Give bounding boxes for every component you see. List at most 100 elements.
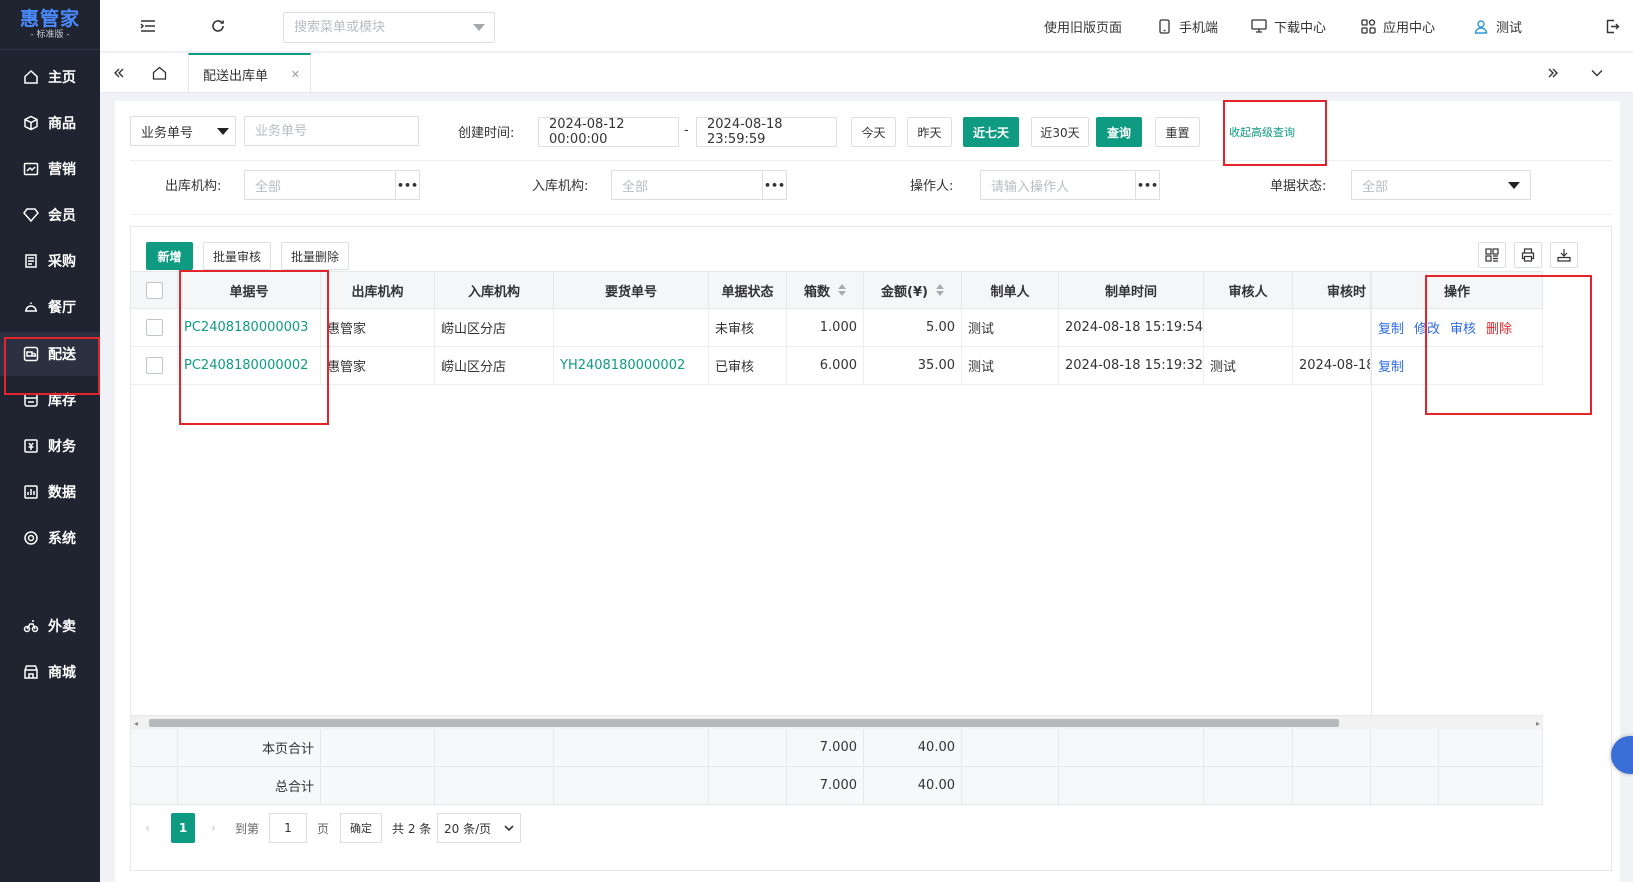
col-header-boxes[interactable]: 箱数 bbox=[787, 271, 864, 309]
row-checkbox[interactable] bbox=[145, 357, 163, 374]
footer-cell bbox=[1371, 729, 1439, 767]
prev-page-icon[interactable]: ‹ bbox=[145, 813, 150, 843]
app-center-label: 应用中心 bbox=[1383, 20, 1436, 36]
page-size-select[interactable]: 20 条/页 bbox=[437, 813, 521, 843]
more-dots-icon[interactable]: ••• bbox=[762, 171, 786, 199]
in-org-select[interactable]: 全部 ••• bbox=[611, 170, 787, 200]
sidebar-item-data[interactable]: 数据 bbox=[0, 470, 100, 514]
sidebar-item-member[interactable]: 会员 bbox=[0, 193, 100, 237]
chevron-down-icon[interactable] bbox=[1585, 61, 1609, 85]
sidebar-item-inventory[interactable]: 库存 bbox=[0, 378, 100, 422]
scroll-right-icon[interactable]: ▸ bbox=[1536, 719, 1540, 728]
download-center-link[interactable]: 下载中心 bbox=[1251, 16, 1326, 36]
end-datetime-input[interactable]: 2024-08-18 23:59:59 bbox=[696, 117, 837, 147]
batch-audit-button[interactable]: 批量审核 bbox=[203, 242, 271, 270]
status-select[interactable]: 全部 bbox=[1351, 170, 1531, 200]
app-logo[interactable]: 惠管家 - 标准版 - bbox=[0, 0, 100, 50]
footer-cell bbox=[1371, 767, 1439, 805]
audit-link[interactable]: 审核 bbox=[1450, 318, 1476, 337]
last-7-days-button[interactable]: 近七天 bbox=[963, 117, 1019, 147]
out-org-select[interactable]: 全部 ••• bbox=[244, 170, 420, 200]
close-icon[interactable]: ✕ bbox=[291, 68, 300, 81]
ops-cell: 复制 修改 审核 删除 bbox=[1371, 309, 1543, 347]
user-menu[interactable]: 测试 bbox=[1473, 16, 1522, 36]
query-button[interactable]: 查询 bbox=[1096, 117, 1142, 147]
doc-no-cell: PC2408180000003 bbox=[178, 309, 321, 347]
store-icon bbox=[22, 663, 40, 681]
menu-search-input[interactable] bbox=[284, 13, 464, 42]
row-checkbox[interactable] bbox=[145, 319, 163, 336]
col-header-auditor[interactable]: 审核人 bbox=[1204, 271, 1293, 309]
today-button[interactable]: 今天 bbox=[851, 117, 896, 147]
sort-icon[interactable] bbox=[935, 284, 944, 296]
tab-delivery-out-order[interactable]: 配送出库单 ✕ bbox=[188, 53, 311, 93]
sidebar-item-goods[interactable]: 商品 bbox=[0, 101, 100, 145]
double-chevron-right-icon[interactable] bbox=[1541, 61, 1565, 85]
delete-link[interactable]: 删除 bbox=[1486, 318, 1512, 337]
col-header-doc-no[interactable]: 单据号 bbox=[178, 271, 321, 309]
doc-no-link[interactable]: PC2408180000002 bbox=[184, 358, 308, 373]
batch-delete-button[interactable]: 批量删除 bbox=[281, 242, 349, 270]
grand-total-amount: 40.00 bbox=[864, 767, 962, 805]
copy-link[interactable]: 复制 bbox=[1378, 356, 1404, 375]
add-button[interactable]: 新增 bbox=[146, 242, 193, 270]
biz-no-input[interactable] bbox=[244, 116, 419, 146]
chevron-down-icon[interactable] bbox=[473, 24, 485, 31]
sidebar-item-takeout[interactable]: 外卖 bbox=[0, 604, 100, 648]
col-header-audit-time[interactable]: 审核时 bbox=[1293, 271, 1371, 309]
doc-no-link[interactable]: PC2408180000003 bbox=[184, 320, 308, 335]
page-number-current[interactable]: 1 bbox=[171, 813, 195, 843]
more-dots-icon[interactable]: ••• bbox=[1135, 171, 1159, 199]
sidebar-item-mall[interactable]: 商城 bbox=[0, 650, 100, 694]
boxes-cell: 1.000 bbox=[787, 309, 864, 347]
col-header-create-time[interactable]: 制单时间 bbox=[1059, 271, 1204, 309]
col-header-amount-label: 金额(¥) bbox=[881, 284, 928, 300]
copy-link[interactable]: 复制 bbox=[1378, 318, 1404, 337]
menu-toggle-icon[interactable] bbox=[136, 14, 160, 38]
reset-button[interactable]: 重置 bbox=[1155, 117, 1200, 147]
horizontal-scrollbar[interactable]: ◂ ▸ bbox=[131, 715, 1543, 729]
sidebar-item-purchase[interactable]: 采购 bbox=[0, 239, 100, 283]
goto-page-input[interactable]: 1 bbox=[269, 813, 307, 843]
double-chevron-left-icon[interactable] bbox=[107, 61, 131, 85]
collapse-advanced-query-link[interactable]: 收起高级查询 bbox=[1229, 124, 1295, 140]
app-center-link[interactable]: 应用中心 bbox=[1360, 16, 1435, 36]
sidebar-item-marketing[interactable]: 营销 bbox=[0, 147, 100, 191]
sidebar-item-system[interactable]: 系统 bbox=[0, 516, 100, 560]
req-no-link[interactable]: YH2408180000002 bbox=[560, 358, 685, 373]
column-settings-icon[interactable] bbox=[1478, 242, 1506, 268]
print-icon[interactable] bbox=[1514, 242, 1542, 268]
col-header-amount[interactable]: 金额(¥) bbox=[864, 271, 962, 309]
more-dots-icon[interactable]: ••• bbox=[395, 171, 419, 199]
goto-confirm-button[interactable]: 确定 bbox=[340, 813, 382, 843]
refresh-icon[interactable] bbox=[206, 14, 230, 38]
sidebar-item-home[interactable]: 主页 bbox=[0, 55, 100, 99]
last-30-days-button[interactable]: 近30天 bbox=[1031, 117, 1089, 147]
col-header-in-org[interactable]: 入库机构 bbox=[435, 271, 554, 309]
col-header-creator[interactable]: 制单人 bbox=[962, 271, 1059, 309]
operator-select[interactable]: 请输入操作人 ••• bbox=[980, 170, 1160, 200]
select-all-checkbox[interactable] bbox=[145, 281, 163, 299]
sidebar-item-restaurant[interactable]: 餐厅 bbox=[0, 285, 100, 329]
menu-search[interactable] bbox=[283, 12, 495, 43]
export-icon[interactable] bbox=[1550, 242, 1578, 268]
yesterday-button[interactable]: 昨天 bbox=[907, 117, 952, 147]
biz-no-type-select[interactable]: 业务单号 bbox=[130, 116, 236, 146]
scroll-left-icon[interactable]: ◂ bbox=[134, 719, 138, 728]
logout-icon[interactable] bbox=[1600, 14, 1624, 38]
sort-icon[interactable] bbox=[838, 284, 846, 296]
scrollbar-thumb[interactable] bbox=[149, 719, 1339, 727]
old-version-link[interactable]: 使用旧版页面 bbox=[1044, 16, 1122, 36]
mobile-link[interactable]: 手机端 bbox=[1156, 16, 1218, 36]
sidebar-item-delivery[interactable]: 配送 bbox=[0, 332, 100, 376]
home-tab-icon[interactable] bbox=[147, 61, 171, 85]
col-header-out-org[interactable]: 出库机构 bbox=[321, 271, 435, 309]
col-header-status[interactable]: 单据状态 bbox=[709, 271, 787, 309]
sidebar-item-label: 商品 bbox=[48, 116, 76, 132]
next-page-icon[interactable]: › bbox=[211, 813, 216, 843]
sidebar-item-finance[interactable]: 财务 bbox=[0, 424, 100, 468]
start-datetime-input[interactable]: 2024-08-12 00:00:00 bbox=[538, 117, 679, 147]
edit-link[interactable]: 修改 bbox=[1414, 318, 1440, 337]
col-header-req-no[interactable]: 要货单号 bbox=[554, 271, 709, 309]
logo-text: 惠管家 bbox=[19, 8, 80, 30]
